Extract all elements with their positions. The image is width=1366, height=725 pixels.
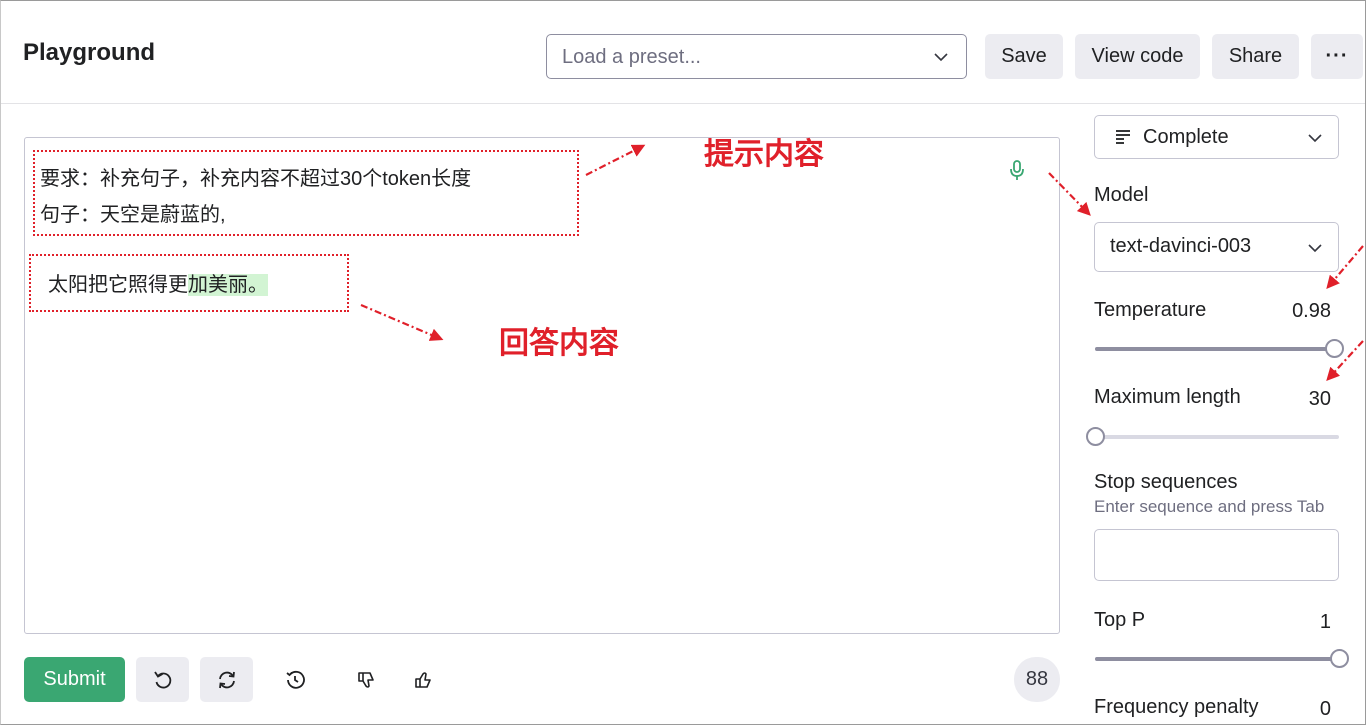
thumbs-down-button[interactable] [353, 667, 379, 693]
temperature-slider-handle[interactable] [1324, 339, 1344, 358]
thumbs-up-button[interactable] [410, 667, 436, 693]
model-select[interactable]: text-davinci-003 [1094, 222, 1339, 272]
temperature-value: 0.98 [1292, 300, 1331, 322]
microphone-icon[interactable] [1008, 160, 1026, 182]
prompt-annotation-label: 提示内容 [704, 137, 824, 172]
temperature-slider-fill [1095, 347, 1335, 351]
max-length-slider-handle[interactable] [1085, 427, 1105, 446]
top-p-slider[interactable] [1095, 649, 1349, 668]
max-length-slider[interactable] [1085, 427, 1339, 446]
top-p-label: Top P [1094, 609, 1146, 631]
answer-plain: 太阳把它照得更 [48, 274, 188, 296]
preset-select[interactable]: Load a preset... [546, 34, 967, 79]
playground-window: Playground Load a preset... Save View co… [0, 0, 1366, 725]
header-bar: Playground Load a preset... Save View co… [1, 1, 1365, 104]
regenerate-icon [218, 671, 235, 688]
model-label: Model [1094, 184, 1149, 206]
answer-annotation-label: 回答内容 [499, 326, 619, 361]
more-options-button[interactable]: ··· [1311, 34, 1363, 79]
chevron-down-icon [934, 53, 948, 62]
model-value: text-davinci-003 [1110, 235, 1252, 257]
thumbs-up-icon [415, 672, 431, 688]
frequency-penalty-label: Frequency penalty [1094, 696, 1259, 718]
top-p-slider-handle[interactable] [1329, 649, 1349, 668]
chevron-down-icon [1308, 244, 1322, 253]
stop-sequences-hint: Enter sequence and press Tab [1094, 497, 1325, 516]
temperature-slider[interactable] [1095, 339, 1344, 358]
share-button[interactable]: Share [1212, 34, 1299, 79]
thumbs-down-icon [358, 672, 374, 688]
answer-highlight: 加美丽。 [188, 274, 268, 296]
temperature-label: Temperature [1094, 299, 1207, 321]
mode-value: Complete [1143, 126, 1229, 148]
prompt-line-1: 要求：补充句子，补充内容不超过30个token长度 [40, 168, 472, 190]
history-button[interactable] [282, 667, 308, 693]
token-count-badge: 88 [1014, 657, 1060, 702]
undo-icon [153, 671, 171, 688]
submit-button[interactable]: Submit [24, 657, 125, 702]
prompt-editor[interactable]: 要求：补充句子，补充内容不超过30个token长度 句子：天空是蔚蓝的, 太阳把… [24, 137, 1060, 634]
top-p-slider-fill [1095, 657, 1339, 661]
regenerate-button[interactable] [200, 657, 253, 702]
prompt-line-2: 句子：天空是蔚蓝的, [40, 204, 226, 226]
view-code-button[interactable]: View code [1075, 34, 1200, 79]
frequency-penalty-value: 0 [1319, 698, 1331, 720]
undo-button[interactable] [136, 657, 189, 702]
history-icon [286, 670, 305, 689]
save-button[interactable]: Save [985, 34, 1063, 79]
top-p-value: 1 [1319, 611, 1331, 633]
chevron-down-icon [1308, 134, 1322, 143]
max-length-label: Maximum length [1094, 386, 1241, 408]
max-length-value: 30 [1308, 388, 1331, 410]
stop-sequences-input[interactable] [1094, 529, 1339, 581]
page-title: Playground [23, 39, 156, 66]
stop-sequences-label: Stop sequences [1094, 471, 1238, 493]
answer-text: 太阳把它照得更加美丽。 [48, 268, 268, 297]
mode-lines-icon [1116, 130, 1130, 144]
mode-select[interactable]: Complete [1094, 115, 1339, 159]
preset-placeholder: Load a preset... [562, 46, 701, 68]
